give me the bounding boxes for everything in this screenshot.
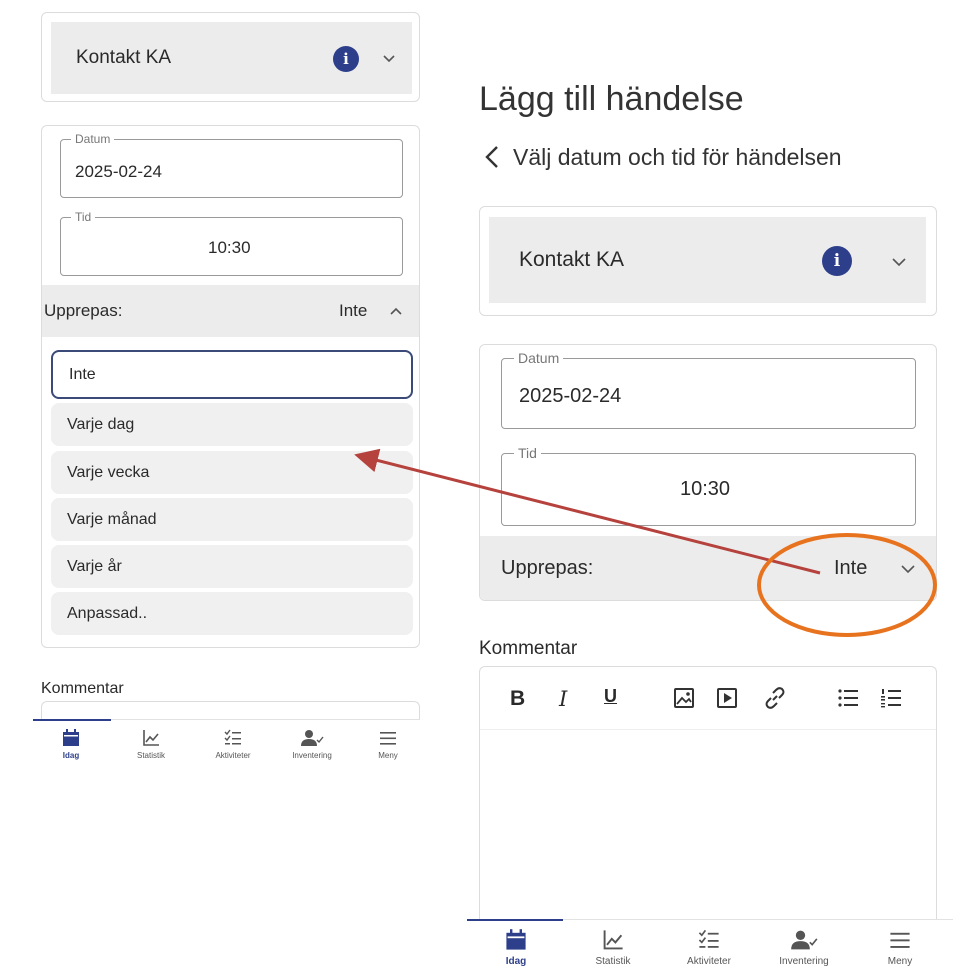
annotation-highlight-circle	[757, 533, 937, 637]
annotation-arrow	[354, 448, 821, 575]
annotation-overlay	[354, 448, 937, 637]
